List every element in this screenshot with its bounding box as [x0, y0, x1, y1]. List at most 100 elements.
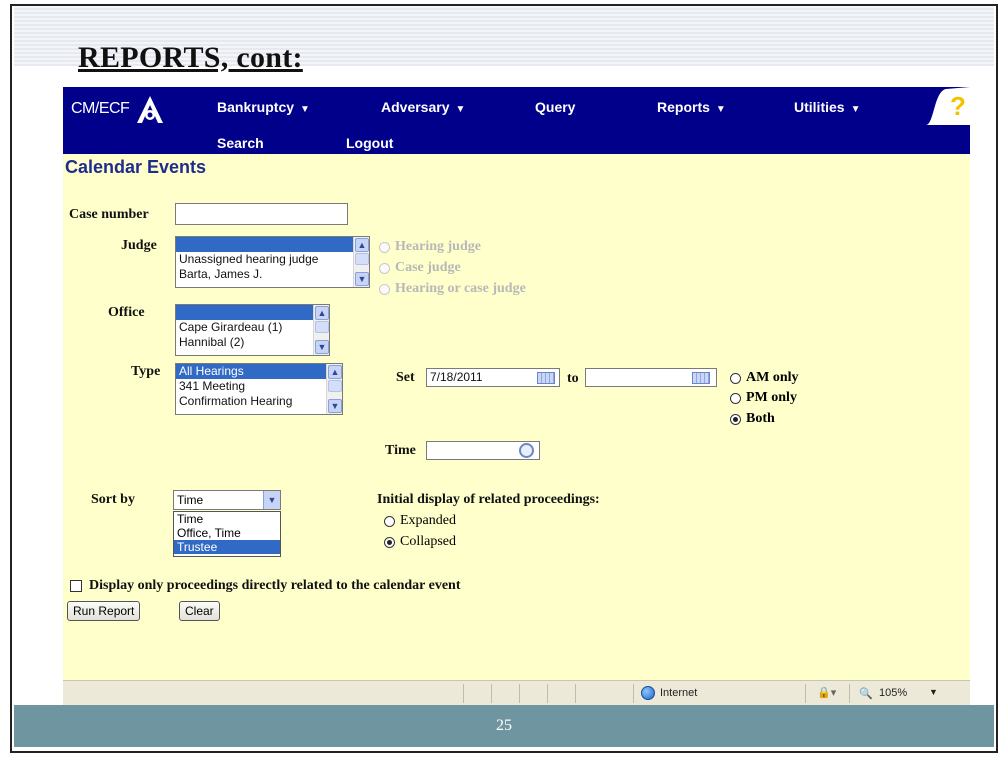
nav-query[interactable]: Query	[535, 99, 575, 115]
hearing-judge-radio[interactable]: Hearing judge	[379, 239, 481, 255]
only-related-label: Display only proceedings directly relate…	[89, 578, 461, 593]
case-number-input[interactable]	[175, 203, 348, 225]
radio-icon	[730, 372, 741, 384]
type-option[interactable]: 341 Meeting	[176, 379, 342, 394]
set-to-label: to	[567, 371, 579, 386]
type-scrollbar[interactable]: ▲ ▼	[326, 364, 342, 414]
zone-label: Internet	[660, 687, 698, 699]
office-listbox[interactable]: Cape Girardeau (1) Hannibal (2) ▲ ▼	[175, 304, 330, 356]
status-divider	[849, 684, 850, 703]
collapsed-label: Collapsed	[400, 534, 456, 549]
question-mark-icon[interactable]: ?	[920, 87, 970, 125]
svg-text:?: ?	[950, 91, 966, 121]
cmecf-logo[interactable]: CM/ECF	[67, 91, 207, 129]
calendar-icon[interactable]	[537, 372, 555, 384]
chevron-down-icon: ▼	[455, 104, 466, 115]
chevron-down-icon[interactable]: ▼	[263, 491, 280, 509]
nav-reports-label: Reports	[657, 99, 710, 115]
am-only-label: AM only	[746, 370, 799, 385]
clock-icon[interactable]	[519, 443, 534, 458]
scroll-thumb[interactable]	[328, 380, 342, 392]
office-label: Office	[108, 305, 145, 320]
pm-only-radio[interactable]: PM only	[730, 390, 797, 406]
scroll-thumb[interactable]	[315, 321, 329, 333]
status-divider	[575, 684, 576, 703]
case-judge-radio[interactable]: Case judge	[379, 260, 461, 276]
chevron-down-icon[interactable]: ▼	[929, 687, 938, 697]
type-listbox[interactable]: All Hearings 341 Meeting Confirmation He…	[175, 363, 343, 415]
nav-utilities[interactable]: Utilities ▼	[794, 99, 860, 115]
judge-label: Judge	[121, 238, 157, 253]
nav-reports[interactable]: Reports ▼	[657, 99, 726, 115]
nav-utilities-label: Utilities	[794, 99, 845, 115]
slide-title: REPORTS, cont:	[78, 41, 303, 74]
slide-footer: 25	[14, 705, 994, 747]
scroll-down-icon[interactable]: ▼	[328, 399, 342, 413]
calendar-icon[interactable]	[692, 372, 710, 384]
type-label: Type	[131, 364, 161, 379]
clear-button[interactable]: Clear	[179, 601, 220, 621]
scroll-thumb[interactable]	[355, 253, 369, 265]
sort-option[interactable]: Time	[174, 512, 280, 526]
sort-option[interactable]: Trustee	[174, 540, 280, 554]
logo-text: CM/ECF	[71, 100, 130, 117]
collapsed-radio[interactable]: Collapsed	[384, 534, 456, 550]
both-radio[interactable]: Both	[730, 411, 775, 427]
judge-option[interactable]: Barta, James J.	[176, 267, 369, 282]
judge-option[interactable]: Unassigned hearing judge	[176, 252, 369, 267]
status-divider	[519, 684, 520, 703]
sort-by-select[interactable]: Time ▼	[173, 490, 281, 510]
status-divider	[491, 684, 492, 703]
radio-icon	[379, 241, 390, 253]
judge-scrollbar[interactable]: ▲ ▼	[353, 237, 369, 287]
scroll-up-icon[interactable]: ▲	[315, 306, 329, 320]
hearing-or-case-judge-label: Hearing or case judge	[395, 281, 526, 296]
zoom-icon[interactable]: 🔍	[859, 687, 873, 700]
expanded-radio[interactable]: Expanded	[384, 513, 456, 529]
scroll-down-icon[interactable]: ▼	[315, 340, 329, 354]
sort-option[interactable]: Office, Time	[174, 526, 280, 540]
sort-by-label: Sort by	[91, 492, 135, 507]
page-title: Calendar Events	[65, 157, 207, 177]
nav-search[interactable]: Search	[217, 135, 264, 151]
hearing-judge-label: Hearing judge	[395, 239, 481, 254]
office-option[interactable]	[176, 305, 329, 320]
scroll-up-icon[interactable]: ▲	[328, 365, 342, 379]
zoom-level[interactable]: 105%	[879, 687, 907, 699]
office-option[interactable]: Cape Girardeau (1)	[176, 320, 329, 335]
related-proceedings-label: Initial display of related proceedings:	[377, 492, 600, 507]
am-only-radio[interactable]: AM only	[730, 370, 799, 386]
sort-by-dropdown[interactable]: Time Office, Time Trustee	[173, 511, 281, 557]
both-label: Both	[746, 411, 775, 426]
type-option[interactable]: Confirmation Hearing	[176, 394, 342, 409]
scroll-down-icon[interactable]: ▼	[355, 272, 369, 286]
case-number-label: Case number	[69, 207, 149, 222]
expanded-label: Expanded	[400, 513, 456, 528]
case-judge-label: Case judge	[395, 260, 461, 275]
only-related-checkbox[interactable]	[70, 580, 82, 592]
nav-adversary[interactable]: Adversary ▼	[381, 99, 465, 115]
set-label: Set	[396, 370, 415, 385]
judge-listbox[interactable]: Unassigned hearing judge Barta, James J.…	[175, 236, 370, 288]
office-scrollbar[interactable]: ▲ ▼	[313, 305, 329, 355]
status-divider	[805, 684, 806, 703]
nav-bankruptcy[interactable]: Bankruptcy ▼	[217, 99, 310, 115]
radio-selected-icon	[730, 413, 741, 425]
type-option[interactable]: All Hearings	[176, 364, 342, 379]
browser-window: CM/ECF Bankruptcy ▼ Adversary ▼ Query Repo…	[63, 87, 970, 705]
chevron-down-icon: ▼	[715, 104, 726, 115]
run-report-button[interactable]: Run Report	[67, 601, 141, 621]
radio-icon	[384, 515, 395, 527]
radio-icon	[379, 262, 390, 274]
status-divider	[463, 684, 464, 703]
hearing-or-case-judge-radio[interactable]: Hearing or case judge	[379, 281, 526, 297]
chevron-down-icon: ▼	[300, 104, 310, 115]
radio-selected-icon	[384, 536, 395, 548]
globe-icon	[641, 686, 655, 700]
scroll-up-icon[interactable]: ▲	[355, 238, 369, 252]
nav-logout[interactable]: Logout	[346, 135, 393, 151]
office-option[interactable]: Hannibal (2)	[176, 335, 329, 350]
security-icon[interactable]: 🔒▾	[817, 686, 836, 699]
judge-option[interactable]	[176, 237, 369, 252]
chevron-down-icon: ▼	[850, 104, 861, 115]
